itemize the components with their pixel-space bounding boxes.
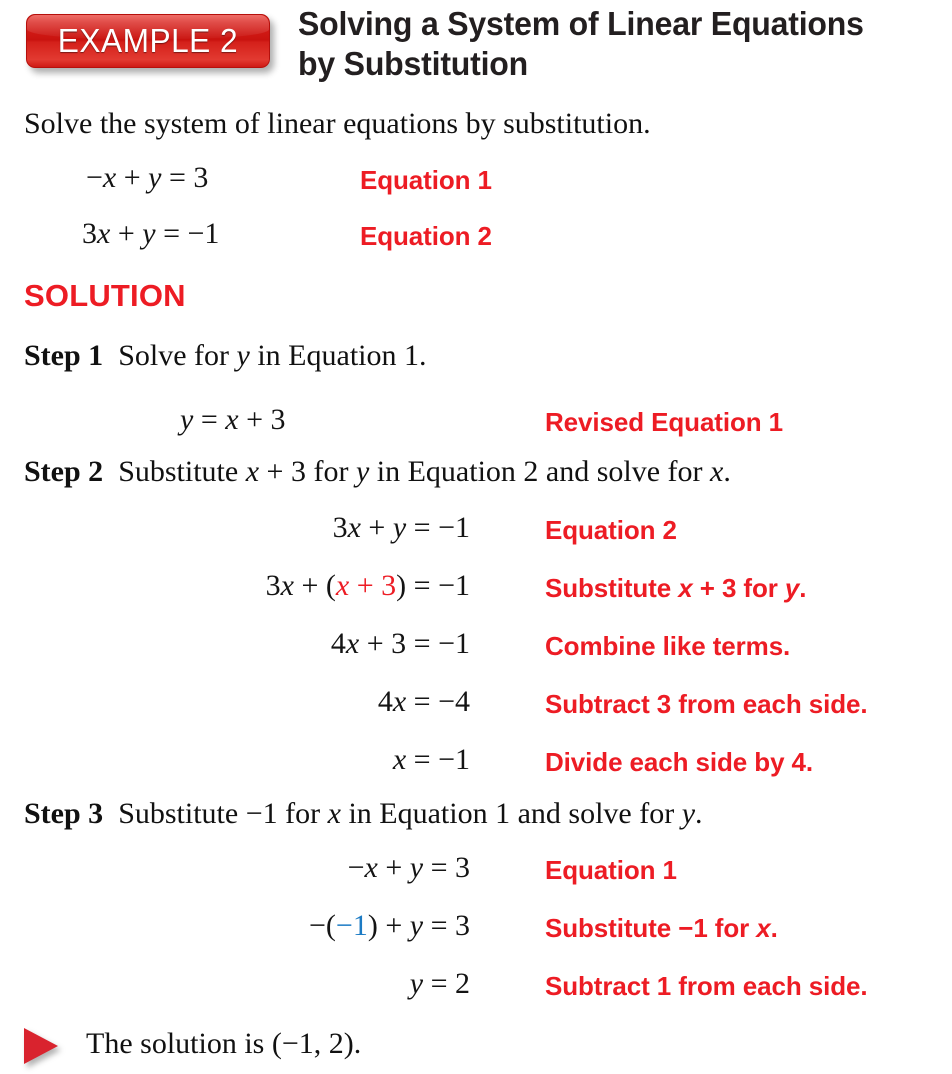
step-1-text: Solve for y in Equation 1. — [118, 339, 427, 372]
step-3-equation-2: −(−1) + y = 3 — [308, 909, 470, 942]
final-answer-text: The solution is (−1, 2). — [86, 1027, 362, 1060]
step-2-equation-1: 3x + y = −1 — [332, 511, 470, 544]
step-2-equation-5-label: Divide each side by 4. — [545, 747, 814, 777]
step-3-equation-1-label: Equation 1 — [545, 855, 677, 885]
step-1-equation-1-label: Revised Equation 1 — [545, 407, 784, 437]
step-2-equation-4-label: Subtract 3 from each side. — [545, 689, 868, 719]
step-2-equation-3-label: Combine like terms. — [545, 631, 791, 661]
example-header: EXAMPLE 2 Solving a System of Linear Equ… — [0, 0, 952, 96]
step-2-heading: Step 2 Substitute x + 3 for y in Equatio… — [24, 454, 731, 490]
example-title: Solving a System of Linear Equations by … — [298, 4, 948, 84]
example-number-label: EXAMPLE 2 — [57, 22, 239, 59]
solution-heading: SOLUTION — [24, 278, 186, 313]
step-2-equation-3: 4x + 3 = −1 — [330, 627, 470, 660]
step-1-heading: Step 1 Solve for y in Equation 1. — [24, 338, 427, 374]
example-title-line-1: Solving a System of Linear Equations — [298, 5, 864, 42]
step-3-number: Step 3 — [24, 797, 104, 830]
step-3-equation-1: −x + y = 3 — [347, 851, 470, 884]
step-1-equation-1: y = x + 3 — [180, 403, 286, 436]
answer-triangle-icon — [24, 1028, 68, 1068]
example-title-line-2: by Substitution — [298, 45, 529, 82]
step-3-heading: Step 3 Substitute −1 for x in Equation 1… — [24, 796, 703, 832]
example-number-badge: EXAMPLE 2 — [26, 14, 270, 68]
step-2-equation-2-label: Substitute x + 3 for y. — [545, 573, 807, 603]
step-2-equation-4: 4x = −4 — [377, 685, 470, 718]
step-2-equation-2: 3x + (x + 3) = −1 — [265, 569, 470, 602]
intro-instruction: Solve the system of linear equations by … — [24, 107, 651, 140]
given-equation-2-label: Equation 2 — [360, 221, 492, 251]
given-equation-1: −x + y = 3 — [86, 161, 209, 194]
step-3-equation-3: y = 2 — [409, 967, 470, 1000]
step-2-number: Step 2 — [24, 455, 104, 488]
step-3-equation-2-label: Substitute −1 for x. — [545, 913, 778, 943]
step-3-equation-3-label: Subtract 1 from each side. — [545, 971, 868, 1001]
step-2-equation-1-label: Equation 2 — [545, 515, 677, 545]
step-1-number: Step 1 — [24, 339, 104, 372]
given-equation-2: 3x + y = −1 — [82, 217, 220, 250]
step-3-text: Substitute −1 for x in Equation 1 and so… — [118, 797, 703, 830]
step-2-text: Substitute x + 3 for y in Equation 2 and… — [118, 455, 731, 488]
given-equation-1-label: Equation 1 — [360, 165, 492, 195]
step-2-equation-5: x = −1 — [392, 743, 470, 776]
